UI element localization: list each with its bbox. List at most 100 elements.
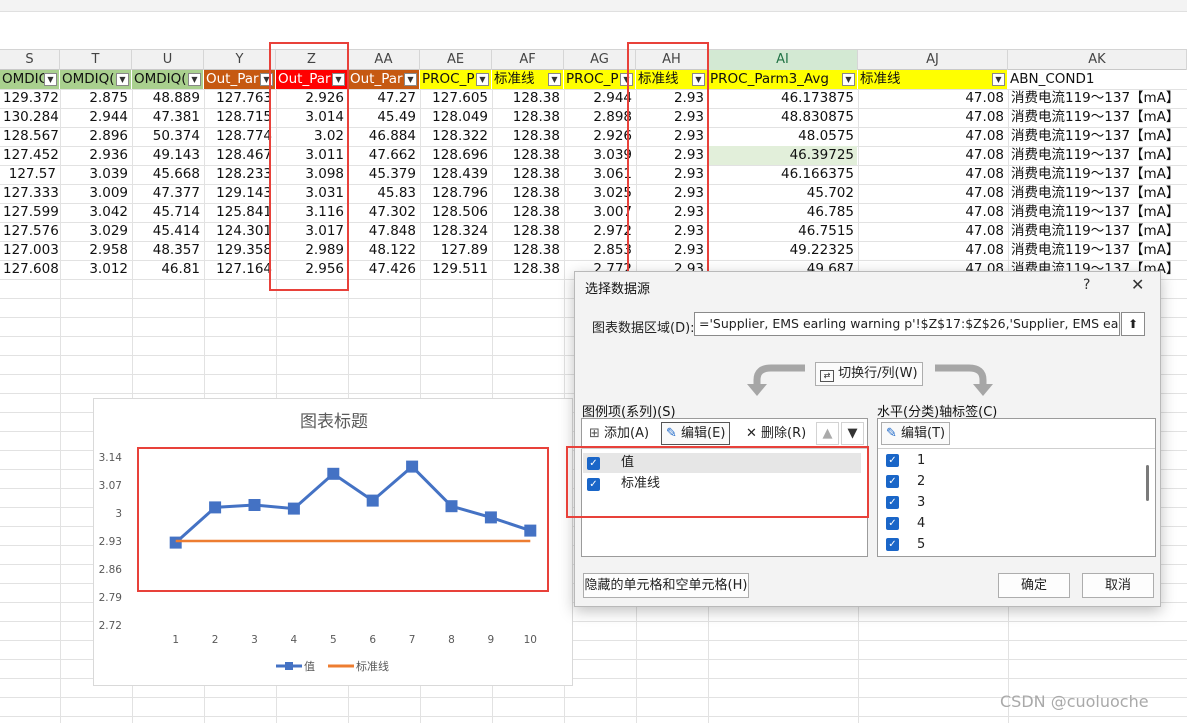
table-cell[interactable]: 2.93 [636, 108, 707, 127]
table-cell[interactable]: 2.926 [564, 127, 635, 146]
table-cell[interactable]: 47.08 [858, 146, 1007, 165]
axis-label-item[interactable]: ✓ 3 [882, 492, 1142, 513]
table-header-cell[interactable]: Out_Par ▼ [276, 70, 347, 89]
table-cell[interactable]: 2.926 [276, 89, 347, 108]
table-cell[interactable]: 2.93 [636, 89, 707, 108]
table-header-cell[interactable]: PROC_P ▼ [420, 70, 491, 89]
table-cell[interactable]: 47.08 [858, 165, 1007, 184]
filter-dropdown-icon[interactable]: ▼ [44, 73, 57, 86]
table-cell[interactable]: 2.896 [60, 127, 131, 146]
table-cell[interactable]: 128.38 [492, 260, 563, 279]
table-cell[interactable]: 2.958 [60, 241, 131, 260]
switch-row-column-button[interactable]: ⇄ 切换行/列(W) [815, 362, 923, 386]
table-cell[interactable]: 3.039 [60, 165, 131, 184]
table-cell[interactable]: 128.506 [420, 203, 491, 222]
column-header[interactable]: AG [564, 50, 636, 70]
column-header[interactable]: U [132, 50, 204, 70]
table-cell[interactable]: 2.898 [564, 108, 635, 127]
table-cell[interactable]: 2.93 [636, 184, 707, 203]
cancel-button[interactable]: 取消 [1082, 573, 1154, 598]
table-header-cell[interactable]: OMDIQ(▼ [60, 70, 131, 89]
table-cell[interactable]: 127.599 [0, 203, 59, 222]
table-cell[interactable]: 128.38 [492, 108, 563, 127]
table-cell[interactable]: 2.936 [60, 146, 131, 165]
column-header[interactable]: AI [708, 50, 858, 70]
table-cell[interactable]: 2.93 [636, 165, 707, 184]
table-cell[interactable]: 47.08 [858, 241, 1007, 260]
table-cell[interactable]: 47.08 [858, 222, 1007, 241]
table-cell[interactable]: 127.164 [204, 260, 275, 279]
table-cell[interactable]: 48.357 [132, 241, 203, 260]
filter-dropdown-icon[interactable]: ▼ [332, 73, 345, 86]
table-cell[interactable]: 129.372 [0, 89, 59, 108]
table-cell[interactable]: 48.830875 [708, 108, 857, 127]
table-cell[interactable]: 2.875 [60, 89, 131, 108]
table-cell[interactable]: 125.841 [204, 203, 275, 222]
delete-series-button[interactable]: ✕ 删除(R) [741, 422, 811, 445]
table-cell[interactable]: 3.042 [60, 203, 131, 222]
table-cell[interactable]: 消费电流119～137【mA】 [1008, 127, 1186, 146]
table-cell[interactable]: 47.08 [858, 203, 1007, 222]
ok-button[interactable]: 确定 [998, 573, 1070, 598]
table-cell[interactable]: 128.774 [204, 127, 275, 146]
axis-labels-list[interactable]: ✓ 1 ✓ 2 ✓ 3 ✓ 4 ✓ 5 [878, 449, 1143, 556]
table-cell[interactable]: 消费电流119～137【mA】 [1008, 241, 1186, 260]
table-cell[interactable]: 46.7515 [708, 222, 857, 241]
column-header[interactable]: T [60, 50, 132, 70]
filter-dropdown-icon[interactable]: ▼ [692, 73, 705, 86]
table-cell[interactable]: 3.031 [276, 184, 347, 203]
table-cell[interactable]: 128.049 [420, 108, 491, 127]
axis-label-item[interactable]: ✓ 4 [882, 513, 1142, 534]
table-cell[interactable]: 3.039 [564, 146, 635, 165]
axis-label-item[interactable]: ✓ 1 [882, 450, 1142, 471]
chart-data-range-input[interactable]: ='Supplier, EMS earling warning p'!$Z$17… [694, 312, 1120, 336]
table-cell[interactable]: 2.989 [276, 241, 347, 260]
legend-item[interactable]: ✓ 标准线 [583, 474, 861, 494]
filter-dropdown-icon[interactable]: ▼ [404, 73, 417, 86]
table-cell[interactable]: 47.08 [858, 127, 1007, 146]
table-cell[interactable]: 46.81 [132, 260, 203, 279]
table-cell[interactable]: 128.38 [492, 89, 563, 108]
table-cell[interactable]: 128.324 [420, 222, 491, 241]
collapse-range-button[interactable]: ⬆ [1121, 312, 1145, 336]
close-icon[interactable]: ✕ [1131, 275, 1144, 294]
edit-axis-labels-button[interactable]: ✎ 编辑(T) [881, 422, 951, 445]
table-cell[interactable]: 49.143 [132, 146, 203, 165]
table-cell[interactable]: 3.029 [60, 222, 131, 241]
filter-dropdown-icon[interactable]: ▼ [116, 73, 129, 86]
table-cell[interactable]: 2.944 [564, 89, 635, 108]
table-cell[interactable]: 47.377 [132, 184, 203, 203]
column-header[interactable]: Z [276, 50, 348, 70]
column-header[interactable]: AE [420, 50, 492, 70]
table-cell[interactable]: 127.89 [420, 241, 491, 260]
filter-dropdown-icon[interactable]: ▼ [260, 73, 273, 86]
table-cell[interactable]: 46.39725 [708, 146, 857, 165]
table-cell[interactable]: 47.662 [348, 146, 419, 165]
filter-dropdown-icon[interactable]: ▼ [548, 73, 561, 86]
table-cell[interactable]: 127.763 [204, 89, 275, 108]
table-cell[interactable]: 127.003 [0, 241, 59, 260]
table-cell[interactable]: 128.467 [204, 146, 275, 165]
table-cell[interactable]: 45.83 [348, 184, 419, 203]
table-header-cell[interactable]: Out_Par ▼ [204, 70, 275, 89]
table-cell[interactable]: 3.007 [564, 203, 635, 222]
table-cell[interactable]: 128.233 [204, 165, 275, 184]
table-cell[interactable]: 127.57 [0, 165, 59, 184]
table-cell[interactable]: 45.714 [132, 203, 203, 222]
table-header-cell[interactable]: Out_Par ▼ [348, 70, 419, 89]
table-cell[interactable]: 消费电流119～137【mA】 [1008, 89, 1186, 108]
table-cell[interactable]: 消费电流119～137【mA】 [1008, 184, 1186, 203]
table-cell[interactable]: 3.012 [60, 260, 131, 279]
table-cell[interactable]: 3.098 [276, 165, 347, 184]
table-cell[interactable]: 48.889 [132, 89, 203, 108]
table-cell[interactable]: 3.116 [276, 203, 347, 222]
table-header-cell[interactable]: OMDIQ(▼ [0, 70, 59, 89]
checkbox-checked-icon[interactable]: ✓ [886, 454, 899, 467]
table-cell[interactable]: 46.785 [708, 203, 857, 222]
table-cell[interactable]: 46.173875 [708, 89, 857, 108]
move-up-button[interactable]: ▲ [816, 422, 839, 445]
column-header[interactable]: AA [348, 50, 420, 70]
column-header[interactable]: Y [204, 50, 276, 70]
column-header[interactable]: AJ [858, 50, 1008, 70]
help-button[interactable]: ? [1083, 277, 1090, 293]
